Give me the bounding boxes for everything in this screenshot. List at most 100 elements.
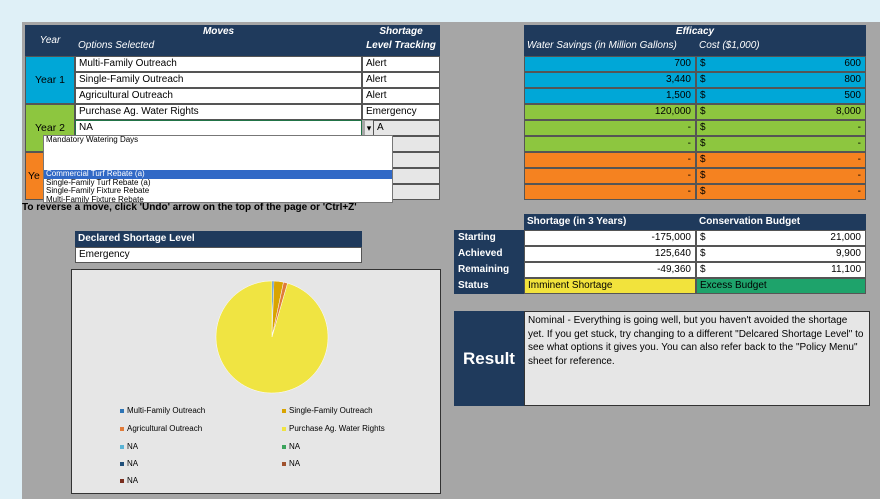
currency-symbol: $: [700, 74, 706, 85]
move-option-cell[interactable]: Single-Family Outreach: [75, 72, 362, 88]
legend-swatch: [120, 426, 124, 431]
status-label: Status: [454, 278, 524, 294]
currency-symbol: $: [700, 264, 706, 275]
dropdown-arrow-button[interactable]: ▾: [365, 121, 373, 135]
level-cell: A: [373, 120, 440, 136]
starting-budget: $21,000: [696, 230, 866, 246]
legend-swatch: [120, 478, 124, 483]
dropdown-option[interactable]: [44, 145, 392, 154]
cost-value: -: [857, 170, 861, 181]
legend-swatch: [282, 461, 286, 466]
dropdown-option[interactable]: Mandatory Watering Days: [44, 135, 392, 145]
year-header-label: Year: [39, 35, 61, 46]
shortage-status-badge: Imminent Shortage: [524, 278, 696, 294]
currency-symbol: $: [700, 154, 706, 165]
level-cell: Alert: [362, 72, 440, 88]
currency-symbol: $: [700, 106, 706, 117]
water-savings-header: Water Savings (in Million Gallons): [524, 39, 696, 56]
pie-chart: Multi-Family Outreach Single-Family Outr…: [71, 269, 441, 494]
water-savings-cell: 120,000: [524, 104, 696, 120]
water-savings-cell: -: [524, 184, 696, 200]
moves-header: Moves: [75, 25, 362, 39]
declared-shortage-select[interactable]: Emergency: [75, 247, 362, 263]
legend-item: NA: [282, 459, 300, 468]
year-header: Year: [25, 25, 75, 56]
shortage-summary-header: Shortage (in 3 Years): [524, 214, 696, 230]
level-cell: Alert: [362, 88, 440, 104]
year-3-text: Ye: [28, 170, 40, 182]
legend-item: NA: [120, 476, 138, 485]
move-option-cell[interactable]: Multi-Family Outreach: [75, 56, 362, 72]
starting-label: Starting: [454, 230, 524, 246]
cost-cell: $ -: [696, 120, 866, 136]
legend-item: NA: [120, 442, 138, 451]
result-label: Result: [454, 311, 524, 406]
cost-cell: $8,000: [696, 104, 866, 120]
water-savings-cell: -: [524, 120, 696, 136]
year-1-text: Year 1: [35, 74, 65, 86]
achieved-label: Achieved: [454, 246, 524, 262]
currency-symbol: $: [700, 186, 706, 197]
legend-label: Multi-Family Outreach: [127, 406, 206, 415]
cost-value: -: [857, 122, 861, 133]
result-label-text: Result: [463, 348, 515, 368]
options-selected-header: Options Selected: [75, 39, 362, 56]
cost-value: -: [857, 138, 861, 149]
legend-swatch: [120, 408, 124, 413]
remaining-budget: $11,100: [696, 262, 866, 278]
legend-item: NA: [120, 459, 138, 468]
legend-label: Agricultural Outreach: [127, 424, 203, 433]
legend-label: NA: [127, 459, 139, 468]
water-savings-cell: 700: [524, 56, 696, 72]
legend-label: Purchase Ag. Water Rights: [289, 424, 385, 433]
legend-item: NA: [282, 442, 300, 451]
currency-symbol: $: [700, 248, 706, 259]
cost-value: -: [857, 154, 861, 165]
currency-symbol: $: [700, 122, 706, 133]
year-1-label: Year 1: [25, 56, 75, 104]
water-savings-cell: -: [524, 136, 696, 152]
budget-value: 21,000: [830, 232, 861, 243]
cost-value: -: [857, 186, 861, 197]
move-option-active-cell[interactable]: NA: [75, 120, 362, 136]
legend-item: Agricultural Outreach: [120, 424, 202, 433]
dropdown-option[interactable]: Multi-Family Fixture Rebate: [44, 195, 392, 205]
cost-cell: $500: [696, 88, 866, 104]
legend-swatch: [120, 461, 124, 466]
starting-shortage: -175,000: [524, 230, 696, 246]
move-options-dropdown[interactable]: Mandatory Watering Days Commercial Turf …: [43, 135, 393, 203]
cost-cell: $800: [696, 72, 866, 88]
level-cell: Emergency: [362, 104, 440, 120]
pie-slice: [215, 280, 329, 394]
legend-label: Single-Family Outreach: [289, 406, 373, 415]
cost-cell: $ -: [696, 168, 866, 184]
legend-swatch: [282, 408, 286, 413]
legend-label: NA: [127, 442, 139, 451]
cost-header: Cost ($1,000): [696, 39, 866, 56]
water-savings-cell: 1,500: [524, 88, 696, 104]
dropdown-option[interactable]: [44, 153, 392, 162]
cost-value: 8,000: [835, 106, 861, 117]
budget-status-badge: Excess Budget: [696, 278, 866, 294]
remaining-label: Remaining: [454, 262, 524, 278]
currency-symbol: $: [700, 90, 706, 101]
spreadsheet-canvas: Year Moves Options Selected Shortage Lev…: [22, 22, 880, 499]
legend-item: Multi-Family Outreach: [120, 406, 205, 415]
cost-cell: $ -: [696, 184, 866, 200]
pie-chart-svg: [215, 280, 329, 394]
cost-cell: $ -: [696, 136, 866, 152]
water-savings-cell: -: [524, 168, 696, 184]
legend-label: NA: [127, 476, 139, 485]
move-option-cell[interactable]: Agricultural Outreach: [75, 88, 362, 104]
currency-symbol: $: [700, 170, 706, 181]
result-message: Nominal - Everything is going well, but …: [524, 311, 870, 406]
legend-swatch: [120, 444, 124, 449]
legend-swatch: [282, 444, 286, 449]
efficacy-header: Efficacy: [524, 25, 866, 39]
legend-item: Single-Family Outreach: [282, 406, 373, 415]
achieved-budget: $9,900: [696, 246, 866, 262]
legend-label: NA: [289, 459, 301, 468]
cost-value: 500: [844, 90, 861, 101]
cost-cell: $ -: [696, 152, 866, 168]
move-option-cell[interactable]: Purchase Ag. Water Rights: [75, 104, 362, 120]
